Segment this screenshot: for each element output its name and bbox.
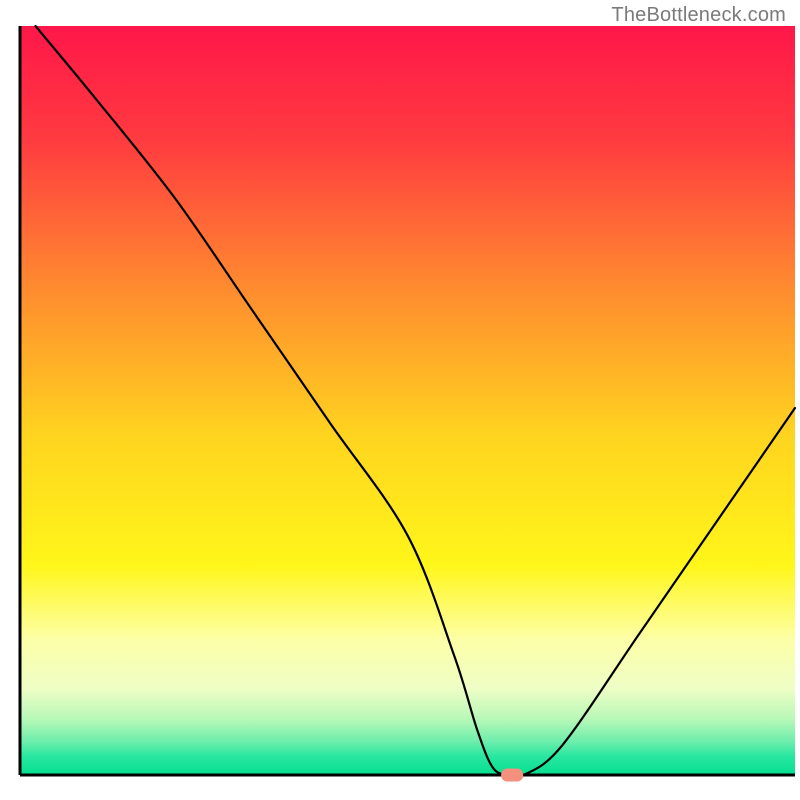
- watermark-text: TheBottleneck.com: [611, 4, 786, 27]
- bottleneck-chart: [0, 0, 800, 800]
- optimal-point-marker: [501, 769, 523, 782]
- plot-background: [20, 26, 795, 775]
- chart-container: TheBottleneck.com: [0, 0, 800, 800]
